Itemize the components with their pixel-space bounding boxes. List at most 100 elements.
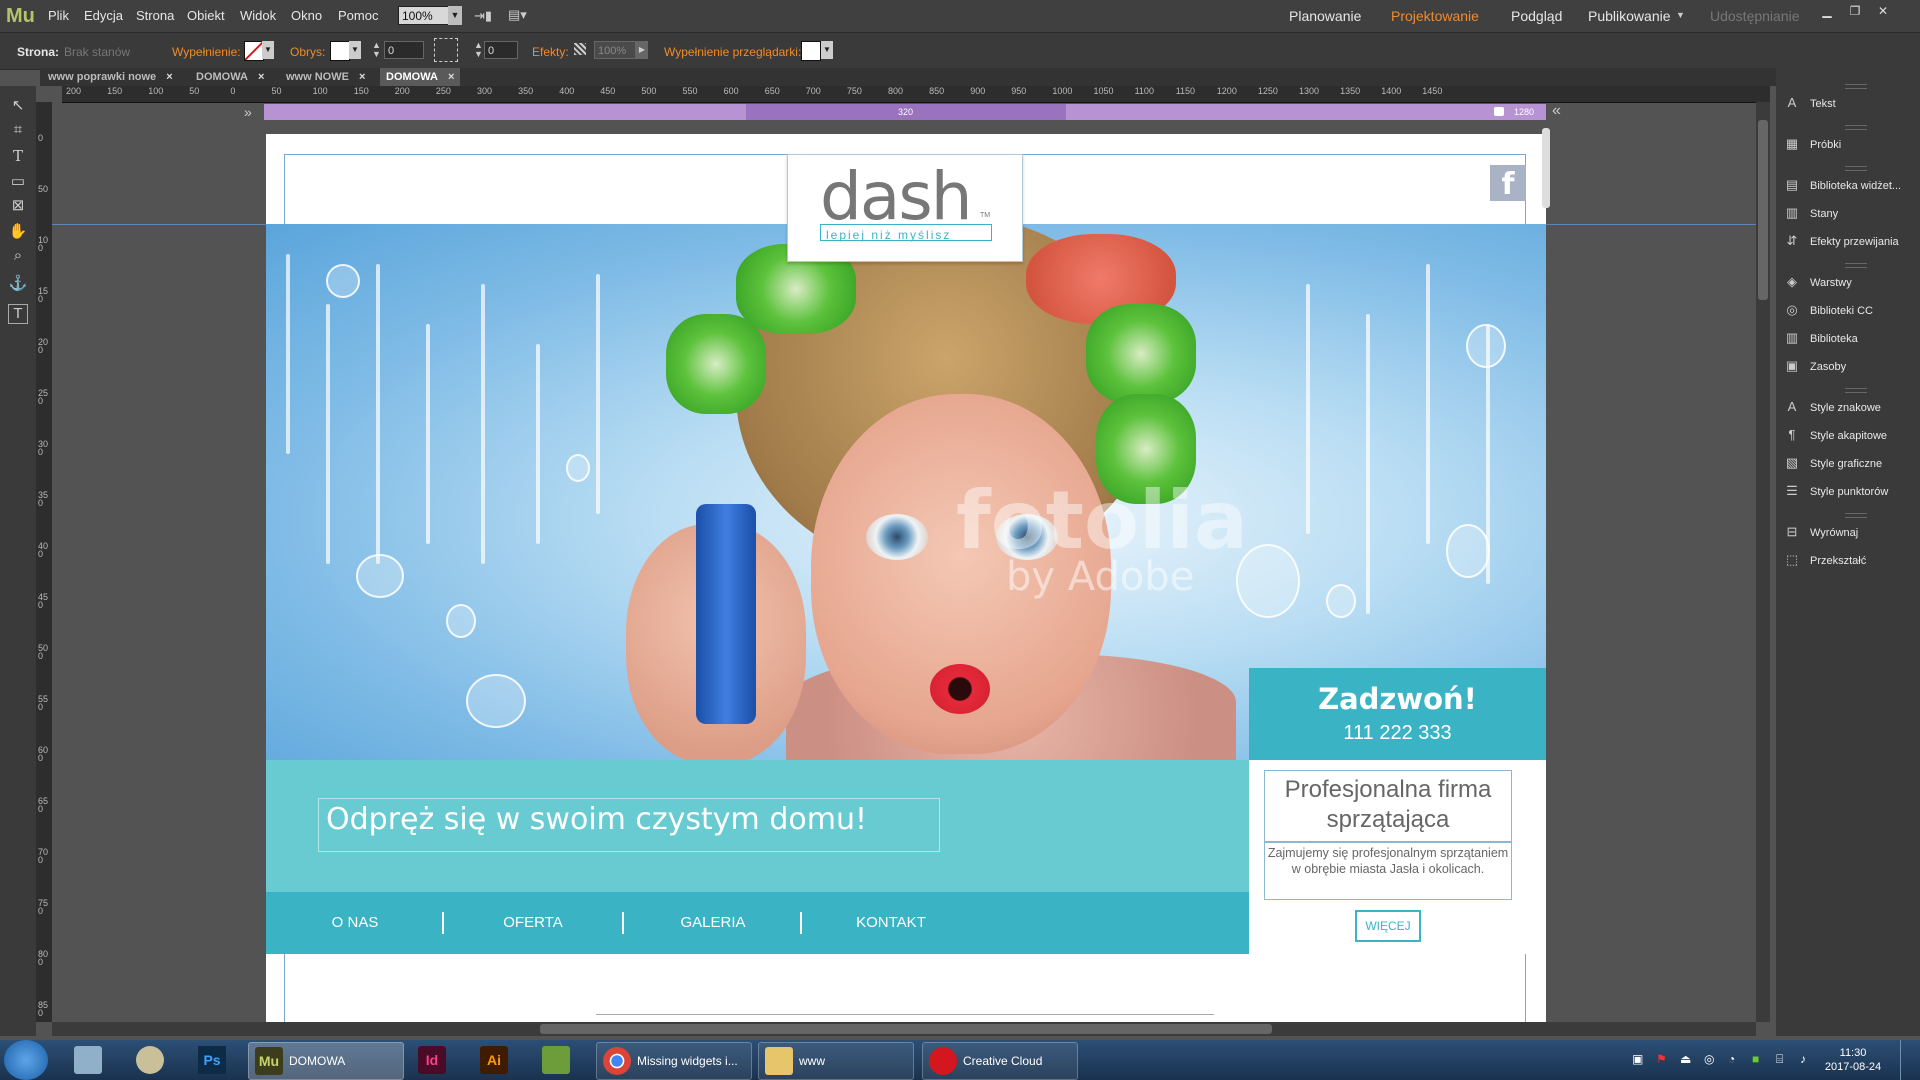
mode-publikowanie[interactable]: Publikowanie: [1588, 8, 1671, 24]
tab-www-poprawki-nowe[interactable]: www poprawki nowe ×: [42, 68, 179, 86]
tray-monitor-icon[interactable]: ⌸: [1776, 1052, 1783, 1067]
chevron-down-icon[interactable]: ▼: [349, 41, 361, 59]
photoshop-icon[interactable]: Ps: [198, 1046, 226, 1074]
mode-podglad[interactable]: Podgląd: [1511, 8, 1562, 24]
panel-item-states[interactable]: ▥ Stany: [1784, 202, 1838, 224]
chevron-down-icon[interactable]: ▼: [1676, 10, 1685, 20]
menu-okno[interactable]: Okno: [291, 8, 322, 23]
nav-item-oferta[interactable]: OFERTA: [444, 892, 622, 954]
panel-grip[interactable]: [1845, 166, 1867, 171]
panel-grip[interactable]: [1845, 263, 1867, 268]
close-icon[interactable]: ✕: [1870, 2, 1896, 20]
tray-usb-icon[interactable]: ⏏: [1680, 1052, 1691, 1066]
strona-state[interactable]: Brak stanów: [64, 45, 130, 59]
panel-item-transform[interactable]: ⬚ Przekształć: [1784, 549, 1866, 571]
tab-domowa-1[interactable]: DOMOWA ×: [190, 68, 270, 86]
minimize-icon[interactable]: ▁: [1814, 2, 1840, 20]
breakpoint-marker-icon[interactable]: [1494, 107, 1504, 116]
expand-left-icon[interactable]: »: [244, 104, 252, 120]
tray-display-icon[interactable]: ▣: [1632, 1052, 1643, 1066]
hero-tagline[interactable]: Odpręż się w swoim czystym domu!: [326, 802, 867, 837]
panel-item-assets[interactable]: ▣ Zasoby: [1784, 355, 1846, 377]
tray-volume-icon[interactable]: ♪: [1800, 1052, 1806, 1066]
image-frame-tool-icon[interactable]: ⊠: [8, 196, 28, 216]
panel-grip[interactable]: [1845, 125, 1867, 130]
expand-right-icon[interactable]: «: [1552, 102, 1561, 120]
panel-item-layers[interactable]: ◈ Warstwy: [1784, 271, 1852, 293]
close-icon[interactable]: ×: [359, 71, 365, 83]
mode-planowanie[interactable]: Planowanie: [1289, 8, 1361, 24]
nav-item-galeria[interactable]: GALERIA: [624, 892, 802, 954]
panel-grip[interactable]: [1845, 84, 1867, 89]
more-button[interactable]: WIĘCEJ: [1355, 910, 1421, 942]
menu-obiekt[interactable]: Obiekt: [187, 8, 225, 23]
nav-item-o-nas[interactable]: O NAS: [266, 892, 444, 954]
panel-item-char-styles[interactable]: A Style znakowe: [1784, 396, 1881, 418]
taskbar-item-illustrator[interactable]: Ai: [474, 1042, 524, 1078]
chevron-down-icon[interactable]: ▼: [448, 6, 462, 25]
windows-start-icon[interactable]: [4, 1040, 48, 1080]
taskbar-item-indesign[interactable]: Id: [412, 1042, 462, 1078]
tray-flag-icon[interactable]: ⚑: [1656, 1052, 1667, 1066]
anchor-tool-icon[interactable]: ⚓: [8, 274, 28, 294]
panel-grip[interactable]: [1845, 513, 1867, 518]
calculator-icon[interactable]: [74, 1046, 102, 1074]
mode-udostepnianie[interactable]: Udostępnianie: [1710, 8, 1800, 24]
horizontal-scroll-thumb[interactable]: [540, 1024, 1272, 1034]
chevron-down-icon[interactable]: ▼: [262, 41, 274, 59]
taskbar-clock[interactable]: 11:30 2017-08-24: [1818, 1046, 1888, 1074]
text-tool-icon[interactable]: T: [8, 146, 28, 166]
panel-grip[interactable]: [1845, 388, 1867, 393]
mode-projektowanie[interactable]: Projektowanie: [1391, 8, 1479, 24]
restore-icon[interactable]: ❐: [1842, 2, 1868, 20]
panel-item-library[interactable]: ▥ Biblioteka: [1784, 327, 1858, 349]
fill-swatch[interactable]: [244, 41, 264, 61]
layout-icon[interactable]: ▤▾: [508, 7, 527, 23]
taskbar-item-muse[interactable]: Mu DOMOWA: [248, 1042, 404, 1080]
stroke-width-input[interactable]: 0: [384, 41, 424, 59]
tab-www-nowe[interactable]: www NOWE ×: [280, 68, 371, 86]
facebook-icon[interactable]: f: [1490, 165, 1526, 202]
tray-nvidia-icon[interactable]: ■: [1752, 1052, 1759, 1066]
tray-network-icon[interactable]: ◎: [1704, 1052, 1714, 1066]
chevron-down-icon[interactable]: ▼: [821, 41, 833, 59]
close-icon[interactable]: ×: [166, 71, 172, 83]
text-frame-icon[interactable]: T: [8, 304, 28, 324]
taskbar-item-chrome[interactable]: Missing widgets i...: [596, 1042, 752, 1080]
hand-tool-icon[interactable]: ✋: [8, 222, 28, 242]
zoom-tool-icon[interactable]: ⌕: [8, 246, 28, 266]
menu-widok[interactable]: Widok: [240, 8, 276, 23]
panel-item-align[interactable]: ⊟ Wyrównaj: [1784, 521, 1859, 543]
info-title[interactable]: Profesjonalna firma sprzątająca: [1264, 770, 1512, 842]
taskbar-item-creative-cloud[interactable]: Creative Cloud: [922, 1042, 1078, 1080]
panel-item-text[interactable]: A Tekst: [1784, 92, 1836, 114]
chevron-right-icon[interactable]: ▶: [636, 41, 648, 59]
paint-icon[interactable]: [136, 1046, 164, 1074]
panel-item-widgets[interactable]: ▤ Biblioteka widżet...: [1784, 174, 1901, 196]
show-desktop-button[interactable]: [1900, 1040, 1915, 1080]
panel-item-graphic-styles[interactable]: ▧ Style graficzne: [1784, 452, 1882, 474]
menu-strona[interactable]: Strona: [136, 8, 174, 23]
fill-label[interactable]: Wypełnienie:: [172, 45, 241, 59]
export-icon[interactable]: ⇥▮: [474, 8, 492, 24]
corner-radius-input[interactable]: 0: [484, 41, 518, 59]
selection-tool-icon[interactable]: ↖: [8, 96, 28, 116]
crop-tool-icon[interactable]: ⌗: [8, 120, 28, 140]
close-icon[interactable]: ×: [448, 71, 454, 83]
call-phone[interactable]: 111 222 333: [1249, 722, 1546, 745]
app-icon[interactable]: [542, 1046, 570, 1074]
taskbar-item-folder[interactable]: www: [758, 1042, 914, 1080]
menu-plik[interactable]: Plik: [48, 8, 69, 23]
rectangle-tool-icon[interactable]: ▭: [8, 172, 28, 192]
tab-domowa-active[interactable]: DOMOWA ×: [380, 68, 461, 86]
info-text[interactable]: Zajmujemy się profesjonalnym sprzątaniem…: [1264, 842, 1512, 900]
stroke-swatch[interactable]: [330, 41, 350, 61]
effects-label[interactable]: Efekty:: [532, 45, 569, 59]
stepper-icon[interactable]: ▲ ▼: [474, 41, 483, 59]
close-icon[interactable]: ×: [258, 71, 264, 83]
stroke-label[interactable]: Obrys:: [290, 45, 325, 59]
browser-fill-swatch[interactable]: [801, 41, 821, 61]
panel-item-para-styles[interactable]: ¶ Style akapitowe: [1784, 424, 1888, 446]
menu-pomoc[interactable]: Pomoc: [338, 8, 378, 23]
panel-item-bullet-styles[interactable]: ☰ Style punktorów: [1784, 480, 1888, 502]
